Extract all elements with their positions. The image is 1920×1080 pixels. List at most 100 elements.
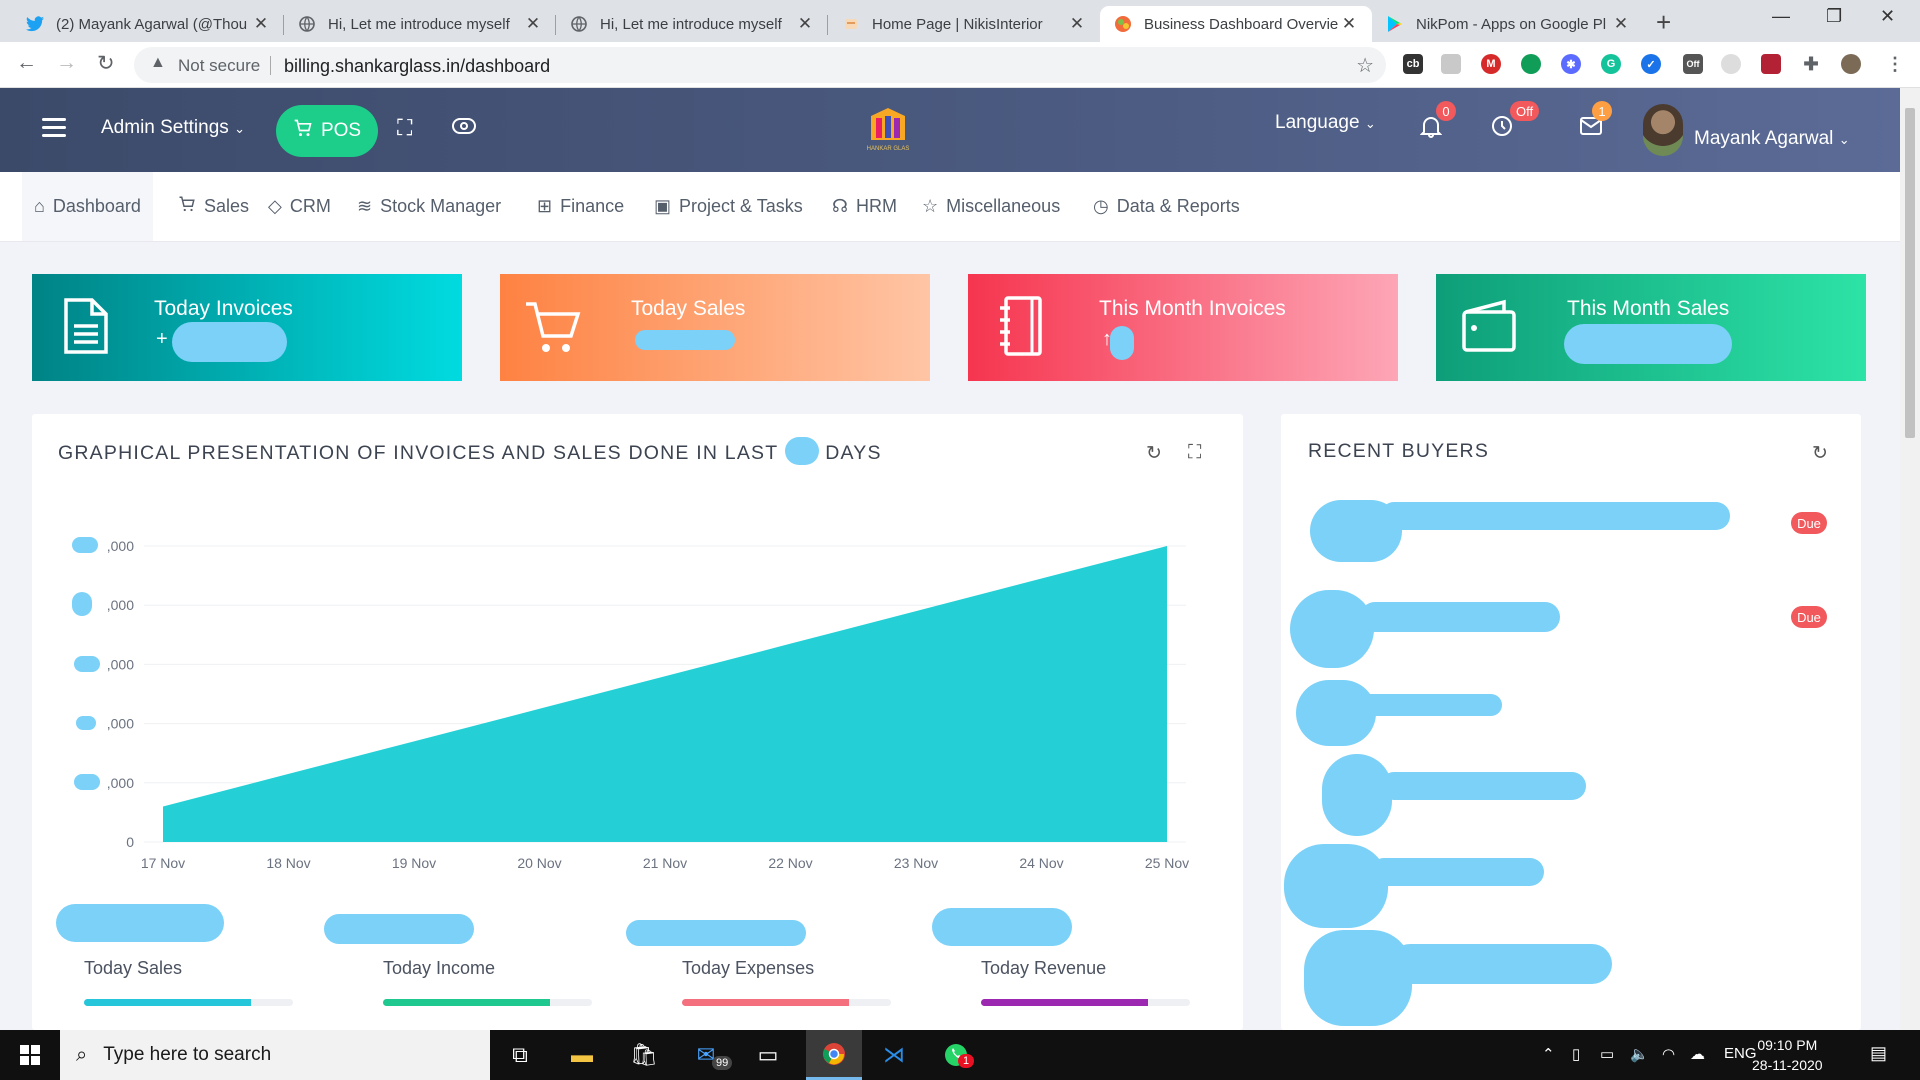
extensions-puzzle-icon[interactable]: ✚ (1801, 54, 1821, 74)
browser-tab[interactable]: Hi, Let me introduce myself ✕ (284, 6, 556, 42)
app-header: Admin Settings ⌄ POS ⛶ SHANKAR GLASS Lan… (0, 88, 1900, 172)
today-sales-card[interactable]: Today Sales (500, 274, 930, 381)
gmail-extension-icon[interactable]: M (1481, 54, 1501, 74)
card-value-prefix: + (156, 328, 168, 350)
page-scrollbar[interactable] (1900, 88, 1920, 1030)
y-tick-label: ,000 (107, 538, 134, 554)
grammarly-extension-icon[interactable]: G (1601, 54, 1621, 74)
chevron-up-icon[interactable]: ⌃ (1542, 1045, 1555, 1063)
reload-icon[interactable]: ↻ (97, 51, 115, 76)
bookmark-star-icon[interactable]: ☆ (1356, 53, 1374, 78)
user-avatar[interactable] (1643, 104, 1683, 156)
taskbar-clock[interactable]: 09:10 PM 28-11-2020 (1752, 1035, 1823, 1075)
language-dropdown[interactable]: Language ⌄ (1275, 112, 1376, 134)
warning-icon[interactable]: ▲ (150, 54, 166, 72)
new-tab-button[interactable]: + (1656, 7, 1671, 38)
toggle-icon[interactable] (452, 115, 476, 141)
snowflake-extension-icon[interactable]: ✱ (1561, 54, 1581, 74)
refresh-icon[interactable]: ↻ (1146, 442, 1162, 465)
restore-button[interactable]: ❐ (1826, 6, 1842, 27)
forward-icon[interactable]: → (56, 51, 77, 75)
expand-icon[interactable]: ⛶ (1188, 442, 1201, 464)
message-count-badge: 1 (1592, 101, 1612, 121)
flag-extension-icon[interactable] (1761, 54, 1781, 74)
address-bar[interactable]: ▲ Not secure billing.shankarglass.in/das… (134, 47, 1386, 83)
crunchbase-extension-icon[interactable]: cb (1403, 54, 1423, 74)
close-icon[interactable]: ✕ (252, 14, 270, 34)
this-month-sales-card[interactable]: This Month Sales (1436, 274, 1866, 381)
close-icon[interactable]: ✕ (1612, 14, 1630, 34)
browser-tab[interactable]: Hi, Let me introduce myself ✕ (556, 6, 828, 42)
x-tick-label: 19 Nov (392, 855, 436, 871)
green-extension-icon[interactable] (1521, 54, 1541, 74)
close-icon[interactable]: ✕ (1340, 14, 1358, 34)
menu-item-finance[interactable]: ⊞ Finance (537, 172, 624, 241)
kpi-progress-today-expenses (682, 999, 891, 1006)
card-title: This Month Sales (1567, 297, 1730, 320)
vscode-icon[interactable]: ⋊ (878, 1040, 910, 1070)
not-secure-label[interactable]: Not secure (178, 56, 260, 76)
profile-avatar[interactable] (1841, 54, 1861, 74)
layers-icon: ≋ (357, 196, 373, 216)
task-view-icon[interactable]: ⧉ (504, 1040, 536, 1070)
store-icon[interactable]: 🛍 (628, 1040, 660, 1070)
volume-icon[interactable]: 🔈 (1630, 1045, 1649, 1063)
wifi-icon[interactable]: ◠ (1662, 1045, 1675, 1063)
clock-icon[interactable] (1490, 114, 1514, 144)
pos-button[interactable]: POS (276, 105, 378, 157)
browser-tab-active[interactable]: Business Dashboard Overvie ✕ (1100, 6, 1372, 42)
cart-icon (293, 118, 313, 144)
windows-start-icon[interactable] (14, 1040, 46, 1070)
back-icon[interactable]: ← (16, 51, 37, 75)
wallet-icon (1458, 294, 1520, 358)
clock-status-badge: Off (1510, 101, 1540, 121)
close-icon[interactable]: ✕ (796, 14, 814, 34)
shankar-glass-logo[interactable]: SHANKAR GLASS (863, 106, 913, 154)
calculator-icon: ⊞ (537, 196, 553, 216)
menu-item-dashboard[interactable]: ⌂ Dashboard (22, 172, 153, 241)
battery-icon[interactable]: ▭ (1600, 1045, 1614, 1063)
fullscreen-icon[interactable]: ⛶ (397, 115, 412, 141)
menu-item-stock-manager[interactable]: ≋ Stock Manager (357, 172, 501, 241)
menu-item-sales[interactable]: Sales (178, 172, 249, 241)
menu-item-miscellaneous[interactable]: ☆ Miscellaneous (922, 172, 1060, 241)
menu-dots-icon[interactable]: ⋮ (1885, 54, 1905, 74)
x-tick-label: 22 Nov (768, 855, 812, 871)
hamburger-menu-icon[interactable] (42, 118, 66, 142)
chevron-down-icon: ⌄ (234, 121, 245, 136)
windows-taskbar: ⌕ Type here to search ⧉ ▬ 🛍 ✉ 99 ▭ ⋊ 1 ⌃… (0, 1030, 1920, 1080)
close-icon[interactable]: ✕ (524, 14, 542, 34)
verified-extension-icon[interactable]: ✓ (1641, 54, 1661, 74)
grey-extension-icon[interactable] (1721, 54, 1741, 74)
redacted-value (74, 656, 100, 672)
off-extension-icon[interactable]: Off (1683, 54, 1703, 74)
file-explorer-icon[interactable]: ▬ (566, 1040, 598, 1070)
browser-tab[interactable]: NikPom - Apps on Google Pl ✕ (1372, 6, 1644, 42)
admin-settings-dropdown[interactable]: Admin Settings ⌄ (101, 117, 245, 139)
url-text[interactable]: billing.shankarglass.in/dashboard (284, 56, 550, 77)
notifications-icon[interactable]: ▤ (1870, 1043, 1887, 1064)
this-month-invoices-card[interactable]: This Month Invoices ↑ (968, 274, 1398, 381)
tablet-icon[interactable]: ▯ (1572, 1045, 1580, 1063)
browser-tab[interactable]: (2) Mayank Agarwal (@Thou ✕ (12, 6, 284, 42)
user-menu-dropdown[interactable]: Mayank Agarwal ⌄ (1694, 128, 1850, 150)
screenshot-extension-icon[interactable] (1441, 54, 1461, 74)
today-invoices-card[interactable]: Today Invoices + (32, 274, 462, 381)
browser-tab[interactable]: Home Page | NikisInterior ✕ (828, 6, 1100, 42)
refresh-icon[interactable]: ↻ (1812, 442, 1828, 465)
terminal-icon[interactable]: ▭ (752, 1040, 784, 1070)
menu-item-data-reports[interactable]: ◷ Data & Reports (1093, 172, 1240, 241)
chrome-icon[interactable] (806, 1030, 862, 1080)
menu-item-hrm[interactable]: ☊ HRM (832, 172, 897, 241)
onedrive-icon[interactable]: ☁ (1690, 1045, 1705, 1063)
close-icon[interactable]: ✕ (1068, 14, 1086, 34)
taskbar-search-box[interactable]: ⌕ Type here to search (60, 1030, 490, 1080)
menu-item-project-tasks[interactable]: ▣ Project & Tasks (654, 172, 803, 241)
minimize-button[interactable]: — (1772, 6, 1790, 27)
whatsapp-badge: 1 (958, 1054, 975, 1068)
y-tick-label: ,000 (107, 775, 134, 791)
menu-item-crm[interactable]: ◇ CRM (268, 172, 331, 241)
graph-panel-title: GRAPHICAL PRESENTATION OF INVOICES AND S… (58, 437, 882, 468)
tab-title: NikPom - Apps on Google Pl (1416, 15, 1607, 33)
close-window-button[interactable]: ✕ (1880, 6, 1895, 27)
